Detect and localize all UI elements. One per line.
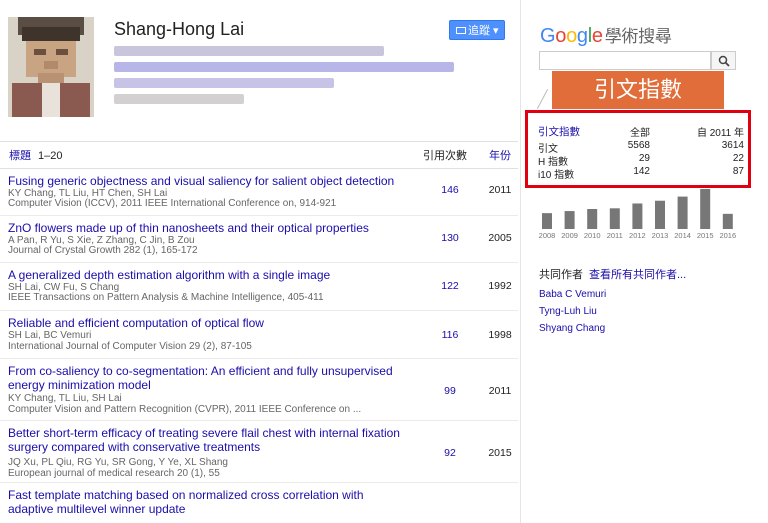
paper-authors: KY Chang, TL Liu, SH Lai <box>8 393 122 404</box>
column-divider <box>520 0 521 523</box>
paper-title[interactable]: ZnO flowers made up of thin nanosheets a… <box>8 221 403 235</box>
paper-venue: International Journal of Computer Vision… <box>8 341 252 352</box>
chart-bar <box>632 203 643 229</box>
stats-col-all: 全部 <box>630 128 650 139</box>
paper-authors: SH Lai, BC Vemuri <box>8 330 92 341</box>
envelope-icon <box>456 26 466 34</box>
coauthors-label: 共同作者 <box>539 269 583 281</box>
coauthor-link[interactable]: Shyang Chang <box>539 323 605 334</box>
paper-title[interactable]: From co-saliency to co-segmentation: An … <box>8 364 403 392</box>
cite-count[interactable]: 130 <box>430 232 470 244</box>
search-input[interactable] <box>539 51 711 70</box>
search-icon <box>718 55 730 67</box>
table-row: ZnO flowers made up of thin nanosheets a… <box>0 216 518 263</box>
annotation-banner: 引文指數 <box>552 71 724 109</box>
coauthor-link[interactable]: Baba C Vemuri <box>539 289 606 300</box>
paper-venue: Journal of Crystal Growth 282 (1), 165-1… <box>8 245 198 256</box>
citation-stats-box: 引文指數 全部 自 2011 年 引文 5568 3614 H 指數 29 22… <box>525 110 751 188</box>
chart-bar <box>722 213 733 229</box>
paper-year: 2015 <box>488 447 512 459</box>
paper-authors: JQ Xu, PL Qiu, RG Yu, SR Gong, Y Ye, XL … <box>8 457 228 468</box>
stats-since: 22 <box>732 153 744 164</box>
cite-count[interactable]: 122 <box>430 280 470 292</box>
stats-since: 87 <box>732 166 744 177</box>
table-row: From co-saliency to co-segmentation: An … <box>0 359 518 421</box>
table-row: Fast template matching based on normaliz… <box>0 483 518 523</box>
stats-all: 5568 <box>627 140 650 151</box>
chart-tick-label: 2012 <box>629 231 646 240</box>
table-row: Reliable and efficient computation of op… <box>0 311 518 359</box>
chart-bar <box>564 211 575 229</box>
coauthor-link[interactable]: Tyng-Luh Liu <box>539 306 597 317</box>
chart-bar <box>609 208 620 229</box>
chart-bar <box>700 189 711 229</box>
follow-label: 追蹤 <box>468 25 490 37</box>
chart-tick-label: 2008 <box>539 231 556 240</box>
stats-title-link[interactable]: 引文指數 <box>538 124 580 139</box>
cite-count[interactable]: 99 <box>430 385 470 397</box>
chart-tick-label: 2014 <box>674 231 691 240</box>
stats-col-since: 自 2011 年 <box>696 128 744 139</box>
stats-all: 142 <box>633 166 650 177</box>
google-logo-text: Google <box>540 25 603 47</box>
stats-since: 3614 <box>721 140 744 151</box>
table-row: A generalized depth estimation algorithm… <box>0 263 518 311</box>
paper-title[interactable]: A generalized depth estimation algorithm… <box>8 268 403 282</box>
sort-by-title[interactable]: 標題 <box>9 142 31 170</box>
scholar-logo-suffix: 學術搜尋 <box>604 27 672 46</box>
paper-year: 2005 <box>488 232 512 244</box>
chart-tick-label: 2015 <box>697 231 714 240</box>
profile-name: Shang-Hong Lai <box>114 19 245 39</box>
annotation-pointer <box>536 89 549 109</box>
cite-count[interactable]: 146 <box>430 184 470 196</box>
avatar <box>8 17 94 117</box>
stats-all: 29 <box>638 153 650 164</box>
stats-label: i10 指數 <box>538 170 575 181</box>
google-scholar-logo[interactable]: Google 學術搜尋 <box>540 22 672 48</box>
sidebar: Google 學術搜尋 引文指數 引文指數 全部 自 2011 年 引文 5568… <box>522 0 768 523</box>
paper-title[interactable]: Fast template matching based on normaliz… <box>8 488 403 516</box>
chart-tick-label: 2013 <box>652 231 669 240</box>
paper-venue: Computer Vision and Pattern Recognition … <box>8 404 362 415</box>
paper-title[interactable]: Reliable and efficient computation of op… <box>8 316 403 330</box>
chart-tick-label: 2011 <box>607 231 623 240</box>
chart-tick-label: 2009 <box>561 231 578 240</box>
sort-by-year[interactable]: 年份 <box>489 142 511 170</box>
paper-year: 2011 <box>488 385 512 397</box>
coauthors-header: 共同作者 查看所有共同作者... <box>539 266 686 282</box>
paper-venue: European journal of medical research 20 … <box>8 468 220 479</box>
follow-button[interactable]: 追蹤 ▾ <box>449 20 505 40</box>
table-header: 標題 1–20 引用次數 年份 <box>0 141 518 169</box>
chart-bar <box>542 213 552 229</box>
chart-bar <box>587 209 598 229</box>
paper-year: 2011 <box>488 184 512 196</box>
cite-count[interactable]: 92 <box>430 447 470 459</box>
paper-title[interactable]: Better short-term efficacy of treating s… <box>8 426 403 454</box>
chart-bar <box>655 200 665 229</box>
search-button[interactable] <box>711 51 736 70</box>
cites-header[interactable]: 引用次數 <box>423 142 467 170</box>
table-row: Better short-term efficacy of treating s… <box>0 421 518 483</box>
paper-title[interactable]: Fusing generic objectness and visual sal… <box>8 174 403 188</box>
table-row: Fusing generic objectness and visual sal… <box>0 169 518 216</box>
citations-bar-chart: 2008 2009 2010 2011 2012 2013 2014 2015 2016 <box>539 189 736 240</box>
chart-tick-label: 2016 <box>719 231 736 240</box>
paper-year: 1992 <box>488 280 512 292</box>
chart-bar <box>677 196 688 229</box>
view-all-coauthors-link[interactable]: 查看所有共同作者... <box>589 269 686 281</box>
paper-year: 1998 <box>488 329 512 341</box>
cite-count[interactable]: 116 <box>430 329 470 341</box>
paper-venue: Computer Vision (ICCV), 2011 IEEE Intern… <box>8 198 337 209</box>
chart-tick-label: 2010 <box>584 231 601 240</box>
paper-venue: IEEE Transactions on Pattern Analysis & … <box>8 292 324 303</box>
main-column: Shang-Hong Lai 追蹤 ▾ 標題 1–20 引用次數 年份 Fusi… <box>0 0 518 523</box>
result-range: 1–20 <box>38 150 63 162</box>
